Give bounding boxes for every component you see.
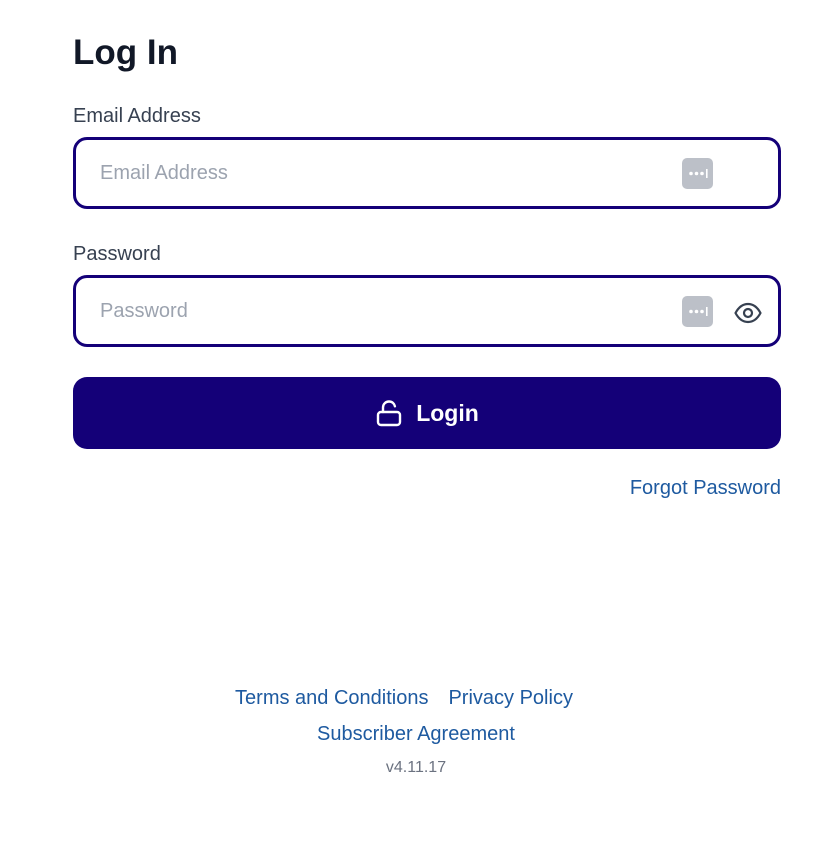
password-manager-icon[interactable]: [682, 158, 713, 189]
forgot-password-link[interactable]: Forgot Password: [630, 475, 781, 501]
login-button[interactable]: Login: [73, 377, 781, 449]
password-manager-icon[interactable]: [682, 296, 713, 327]
password-input[interactable]: [100, 278, 660, 344]
email-field-container: [73, 137, 781, 209]
footer-links-row: Terms and Conditions Privacy Policy: [0, 685, 820, 711]
email-label: Email Address: [73, 105, 201, 127]
subscriber-agreement-link[interactable]: Subscriber Agreement: [317, 723, 515, 745]
password-label: Password: [73, 243, 161, 265]
footer-links-row: Subscriber Agreement: [0, 721, 832, 747]
login-page: Log In Email Address Password: [0, 0, 832, 856]
email-input[interactable]: [100, 140, 660, 206]
terms-link[interactable]: Terms and Conditions: [235, 687, 428, 709]
unlock-icon: [375, 399, 403, 427]
password-field-container: [73, 275, 781, 347]
page-title: Log In: [73, 33, 178, 72]
login-button-label: Login: [416, 400, 479, 426]
version-label: v4.11.17: [385, 759, 447, 776]
show-password-eye-icon[interactable]: [733, 298, 763, 328]
privacy-policy-link[interactable]: Privacy Policy: [448, 687, 572, 709]
